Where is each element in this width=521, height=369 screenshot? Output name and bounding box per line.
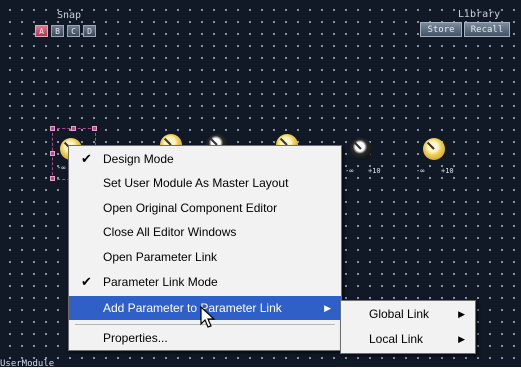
status-bar: UserModule [0, 359, 521, 369]
selection-handle[interactable] [50, 126, 55, 131]
menu-item-close-editor-windows[interactable]: Close All Editor Windows [69, 220, 341, 244]
submenu: Global Link ▶ Local Link ▶ [340, 300, 476, 354]
submenu-arrow-icon: ▶ [324, 303, 331, 313]
knob-6-scale-min: -∞ [416, 167, 425, 175]
knob-1-scale-min: -∞ [57, 164, 66, 172]
snap-button-b[interactable]: B [51, 25, 64, 37]
knob-5-scale-max: +10 [368, 167, 381, 175]
check-icon: ✔ [81, 274, 92, 289]
menu-item-label: Parameter Link Mode [103, 275, 218, 289]
library-label: Library [458, 9, 501, 20]
menu-item-label: Properties... [103, 331, 168, 345]
snap-label: Snap [57, 10, 82, 21]
submenu-item-local-link[interactable]: Local Link ▶ [341, 327, 475, 351]
menu-item-label: Close All Editor Windows [103, 225, 237, 239]
status-text: UserModule [0, 359, 55, 369]
menu-item-label: Set User Module As Master Layout [103, 176, 289, 190]
selection-handle[interactable] [92, 126, 97, 131]
check-icon: ✔ [81, 151, 92, 166]
submenu-arrow-icon: ▶ [458, 309, 465, 319]
submenu-arrow-icon: ▶ [458, 334, 465, 344]
mouse-cursor-icon [200, 306, 216, 328]
selection-handle[interactable] [50, 151, 55, 156]
snap-button-c[interactable]: C [67, 25, 80, 37]
knob-6-scale-max: +10 [441, 167, 454, 175]
knob-5-scale-min: -∞ [345, 167, 354, 175]
knob-6[interactable] [423, 138, 445, 160]
submenu-item-label: Local Link [369, 332, 424, 346]
snap-button-d[interactable]: D [83, 25, 96, 37]
snap-button-a[interactable]: A [35, 25, 48, 37]
menu-item-label: Open Parameter Link [103, 250, 218, 264]
menu-item-label: Design Mode [103, 152, 174, 166]
menu-item-open-parameter-link[interactable]: Open Parameter Link [69, 245, 341, 269]
menu-item-label: Add Parameter to Parameter Link [103, 301, 282, 315]
library-store-button[interactable]: Store [420, 22, 462, 37]
selection-handle[interactable] [50, 176, 55, 181]
menu-item-open-component-editor[interactable]: Open Original Component Editor [69, 196, 341, 220]
menu-item-parameter-link-mode[interactable]: ✔ Parameter Link Mode [69, 270, 341, 294]
library-recall-button[interactable]: Recall [464, 22, 510, 37]
submenu-item-label: Global Link [369, 307, 430, 321]
menu-item-label: Open Original Component Editor [103, 201, 278, 215]
knob-5[interactable] [350, 138, 372, 160]
menu-item-set-master-layout[interactable]: Set User Module As Master Layout [69, 171, 341, 195]
selection-handle[interactable] [71, 126, 76, 131]
submenu-item-global-link[interactable]: Global Link ▶ [341, 302, 475, 326]
menu-item-design-mode[interactable]: ✔ Design Mode [69, 147, 341, 171]
